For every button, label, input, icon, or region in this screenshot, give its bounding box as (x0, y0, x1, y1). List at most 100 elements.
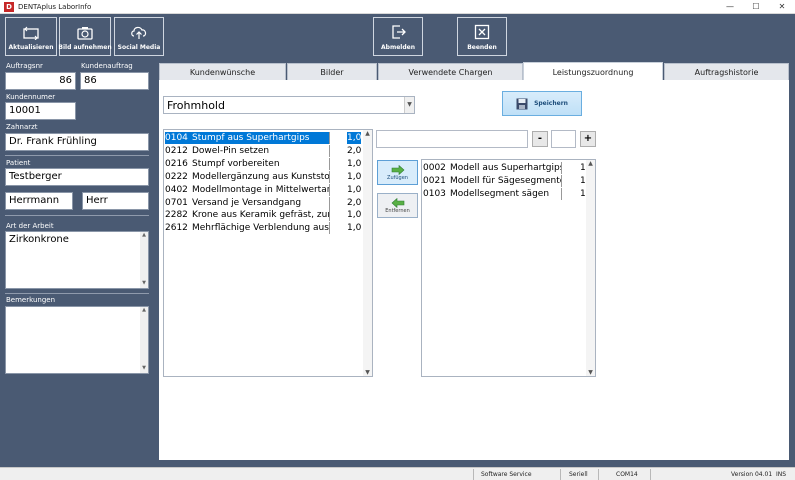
assigned-service-row[interactable]: 0103 Modellsegment sägen 1, (423, 187, 589, 200)
refresh-icon (23, 26, 39, 40)
quantity-input[interactable] (551, 130, 576, 148)
remove-service-button[interactable]: Entfernen (377, 193, 418, 218)
exit-button[interactable]: Beenden (457, 17, 507, 56)
patient-label: Patient (6, 159, 31, 167)
scroll-down-icon[interactable]: ▼ (140, 365, 148, 373)
order-number-field[interactable]: 86 (5, 72, 76, 90)
remarks-field[interactable]: ▲ ▼ (5, 306, 149, 374)
tab-kundenwuensche[interactable]: Kundenwünsche (159, 63, 286, 80)
save-label: Speichern (534, 100, 568, 107)
window-title: DENTAplus LaborInfo (18, 2, 92, 11)
available-service-row[interactable]: 0216 Stumpf vorbereiten 1,0 (165, 157, 361, 170)
dentist-label: Zahnarzt (6, 123, 38, 131)
minimize-button[interactable]: — (717, 0, 743, 14)
work-type-text: Zirkonkrone (9, 234, 69, 245)
scroll-down-icon[interactable]: ▼ (140, 280, 148, 288)
logout-label: Abmelden (381, 44, 415, 51)
divider (5, 155, 149, 156)
service-quantity: 1,0 (347, 132, 362, 144)
remarks-scrollbar[interactable]: ▲ ▼ (140, 307, 148, 373)
available-service-row[interactable]: 2612 Mehrflächige Verblendung aus K 1,0 (165, 222, 361, 235)
status-version: Version 04.01 (731, 471, 773, 478)
maximize-button[interactable]: ☐ (743, 0, 769, 14)
service-name: Stumpf vorbereiten (192, 157, 330, 170)
exit-label: Beenden (467, 44, 497, 51)
available-service-row[interactable]: 0701 Versand je Versandgang 2,0 (165, 196, 361, 209)
take-photo-button[interactable]: Bild aufnehmen (58, 17, 112, 56)
service-filter-input[interactable] (376, 130, 528, 148)
technician-value: Frohmhold (167, 99, 225, 112)
status-port: COM14 (616, 471, 638, 478)
tab-verwendete-chargen[interactable]: Verwendete Chargen (378, 63, 523, 80)
available-service-row[interactable]: 0104 Stumpf aus Superhartgips 1,0 (165, 132, 362, 144)
available-services-list[interactable]: 0104 Stumpf aus Superhartgips 1,0 0212 Dowel… (163, 129, 373, 377)
service-quantity: 2,0 (347, 197, 362, 208)
divider (5, 293, 149, 294)
app-window: D DENTAplus LaborInfo — ☐ ✕ Aktualisiere… (0, 0, 795, 480)
service-code: 0103 (423, 188, 446, 199)
service-name: Mehrflächige Verblendung aus K (192, 222, 330, 235)
work-type-scrollbar[interactable]: ▲ ▼ (140, 232, 148, 288)
customer-order-field[interactable]: 86 (80, 72, 149, 90)
work-type-field[interactable]: Zirkonkrone ▲ ▼ (5, 231, 149, 289)
available-service-row[interactable]: 0212 Dowel-Pin setzen 2,0 (165, 144, 361, 157)
take-photo-label: Bild aufnehmen (58, 44, 112, 51)
service-code: 0222 (165, 171, 188, 182)
available-service-row[interactable]: 2282 Krone aus Keramik gefräst, zur K 1,0 (165, 209, 361, 222)
service-code: 0021 (423, 175, 446, 186)
available-list-scrollbar[interactable]: ▲ ▼ (363, 130, 372, 376)
tab-auftragshistorie[interactable]: Auftragshistorie (664, 63, 789, 80)
status-divider (650, 469, 651, 480)
dentist-field[interactable]: Dr. Frank Frühling (5, 133, 149, 151)
assigned-services-list[interactable]: 0002 Modell aus Superhartgips 1, 0021 Modell… (421, 159, 596, 377)
service-name: Modellsegment sägen (450, 187, 562, 200)
status-service: Software Service (481, 471, 532, 478)
app-logo-icon: D (4, 1, 14, 12)
status-insert-mode: INS (776, 471, 787, 478)
scroll-down-icon[interactable]: ▼ (363, 369, 372, 376)
technician-dropdown[interactable]: Frohmhold ▼ (163, 96, 415, 114)
customer-number-field[interactable]: 10001 (5, 102, 76, 120)
available-service-row[interactable]: 0402 Modellmontage in Mittelwertartiku 1,0 (165, 183, 361, 196)
service-quantity: 1,0 (347, 158, 362, 169)
refresh-button[interactable]: Aktualisieren (5, 17, 57, 56)
close-button[interactable]: ✕ (769, 0, 795, 14)
status-port-type: Seriell (569, 471, 588, 478)
title-bar: D DENTAplus LaborInfo — ☐ ✕ (0, 0, 795, 14)
assigned-service-row[interactable]: 0021 Modell für Sägesegmente 1, (423, 174, 589, 187)
service-quantity: 1,0 (347, 171, 362, 182)
service-name: Dowel-Pin setzen (192, 144, 330, 157)
service-name: Versand je Versandgang (192, 196, 330, 209)
assigned-service-row[interactable]: 0002 Modell aus Superhartgips 1, (423, 162, 589, 174)
service-name: Modellergänzung aus Kunststoff (192, 170, 330, 183)
scroll-up-icon[interactable]: ▲ (140, 232, 148, 240)
remarks-label: Bemerkungen (6, 296, 56, 304)
patient-salutation-field[interactable]: Herr (82, 192, 149, 210)
service-code: 0212 (165, 145, 188, 156)
add-service-button[interactable]: Zufügen (377, 160, 418, 185)
service-code: 0402 (165, 184, 188, 195)
arrow-right-icon (391, 164, 404, 175)
tab-leistungszuordnung[interactable]: Leistungszuordnung (523, 62, 663, 81)
patient-firstname-field[interactable]: Herrmann (5, 192, 73, 210)
chevron-down-icon[interactable]: ▼ (404, 97, 414, 113)
available-service-row[interactable]: 0222 Modellergänzung aus Kunststoff 1,0 (165, 170, 361, 183)
scroll-down-icon[interactable]: ▼ (586, 369, 595, 376)
patient-name-field[interactable]: Testberger (5, 168, 149, 186)
increment-button[interactable]: + (580, 131, 596, 147)
service-quantity: 1,0 (347, 210, 362, 221)
scroll-up-icon[interactable]: ▲ (140, 307, 148, 315)
logout-icon (392, 25, 406, 39)
social-media-button[interactable]: Social Media (114, 17, 164, 56)
scroll-up-icon[interactable]: ▲ (363, 130, 372, 137)
status-divider (598, 469, 599, 480)
logout-button[interactable]: Abmelden (373, 17, 423, 56)
scroll-up-icon[interactable]: ▲ (586, 160, 595, 167)
service-code: 2612 (165, 223, 188, 234)
save-button[interactable]: Speichern (502, 91, 582, 116)
customer-order-label: Kundenauftrag (81, 62, 133, 70)
tab-bilder[interactable]: Bilder (287, 63, 377, 80)
assigned-list-scrollbar[interactable]: ▲ ▼ (586, 160, 595, 376)
decrement-button[interactable]: - (532, 131, 548, 147)
service-name: Modell für Sägesegmente (450, 174, 562, 187)
